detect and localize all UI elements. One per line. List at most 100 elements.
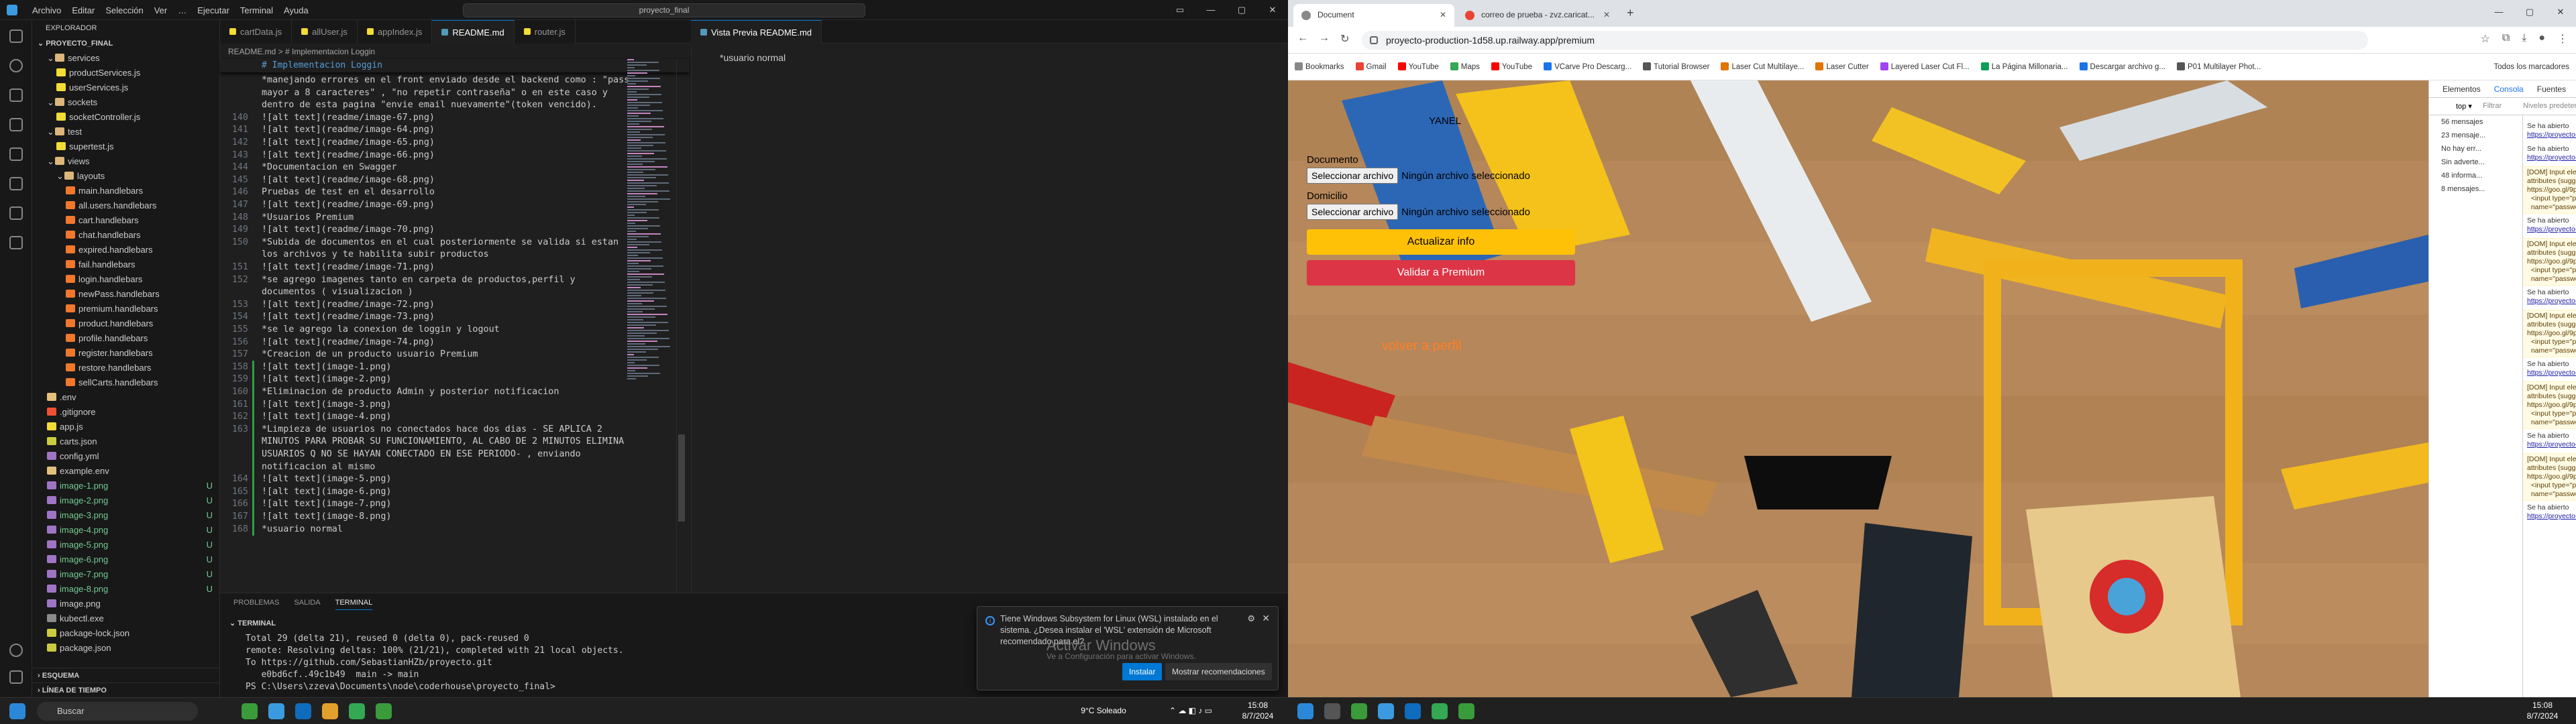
devtools-tab[interactable]: Consola [2494, 84, 2524, 94]
tree-item[interactable]: app.js [32, 420, 219, 434]
extensions-icon[interactable] [9, 147, 23, 161]
tree-item[interactable]: .gitignore [32, 405, 219, 420]
bookmark-item[interactable]: P01 Multilayer Phot... [2177, 62, 2261, 71]
menu-item[interactable]: Ayuda [278, 5, 314, 15]
console-message-link[interactable]: https://proyecto-production-1d58.up.rail… [2527, 297, 2576, 306]
tree-item[interactable]: image-3.png U [32, 508, 219, 523]
browser-tab-document[interactable]: Document ✕ [1293, 4, 1454, 27]
new-tab-icon[interactable]: + [1627, 6, 1634, 20]
notification-gear-icon[interactable]: ⚙ [1247, 613, 1255, 624]
console-sidebar-item[interactable]: 23 mensaje... [2429, 129, 2522, 142]
search-icon[interactable] [9, 59, 23, 72]
console-message-link[interactable]: https://proyecto-production-1d58.up.rail… [2527, 512, 2576, 521]
command-center[interactable]: proyecto_final [463, 3, 865, 17]
weather-widget[interactable]: 9°C Soleado [1073, 706, 1134, 716]
bookmark-item[interactable]: Layered Laser Cut Fl... [1880, 62, 1970, 71]
app-icon-2[interactable] [376, 703, 392, 719]
back-icon[interactable]: ← [1297, 32, 1308, 44]
clock-date[interactable]: 8/7/2024 [1234, 711, 1281, 721]
console-sidebar-item[interactable]: 56 mensajes [2429, 115, 2522, 129]
testing-icon[interactable] [9, 206, 23, 220]
close-button[interactable]: ✕ [1257, 0, 1288, 20]
bookmark-item[interactable]: Gmail [1355, 62, 1387, 71]
tree-item[interactable]: main.handlebars [32, 184, 219, 198]
tray-icons[interactable]: ⌃ ☁ ◧ ♪ ▭ [1154, 706, 1228, 716]
code-editor[interactable]: *manejando errores en el front enviado d… [220, 59, 690, 593]
tree-item[interactable]: productServices.js [32, 66, 219, 80]
tree-item[interactable]: all.users.handlebars [32, 198, 219, 213]
browser-tab-gmail[interactable]: correo de prueba - zvz.caricat... ✕ [1457, 4, 1618, 27]
editor-tab[interactable]: cartData.js [220, 20, 292, 44]
notification-close-icon[interactable]: ✕ [1262, 613, 1270, 624]
show-recommendations-button[interactable]: Mostrar recomendaciones [1165, 663, 1272, 680]
extensions-icon[interactable]: ⧉ [2502, 32, 2510, 46]
panel-tab[interactable]: PROBLEMAS [233, 599, 279, 610]
menu-item[interactable]: Terminal [235, 5, 278, 15]
search-icon[interactable] [1324, 703, 1340, 719]
start-icon-2[interactable] [1297, 703, 1313, 719]
docker-icon[interactable] [9, 236, 23, 249]
tree-item[interactable]: carts.json [32, 434, 219, 449]
address-bar[interactable]: proyecto-production-1d58.up.railway.app/… [1362, 31, 2368, 50]
tree-item[interactable]: newPass.handlebars [32, 287, 219, 302]
remote-explorer-icon[interactable] [9, 177, 23, 190]
devtools-tab[interactable]: Fuentes [2537, 84, 2566, 94]
console-sidebar-item[interactable]: No hay err... [2429, 142, 2522, 156]
tree-item[interactable]: sellCarts.handlebars [32, 375, 219, 390]
taskbar-search[interactable]: Buscar [37, 702, 198, 721]
panel-tab[interactable]: SALIDA [294, 599, 320, 610]
console-message-link[interactable]: https://proyecto-production-1d58.up.rail… [2527, 369, 2576, 377]
app-icon-3[interactable] [1351, 703, 1367, 719]
bookmark-star-icon[interactable]: ☆ [2480, 32, 2489, 46]
tree-item[interactable]: login.handlebars [32, 272, 219, 287]
timeline-section[interactable]: › LÍNEA DE TIEMPO [32, 682, 219, 697]
update-info-button[interactable]: Actualizar info [1307, 229, 1575, 255]
tree-item[interactable]: config.yml [32, 449, 219, 464]
tree-item[interactable]: image-5.png U [32, 538, 219, 552]
bookmark-item[interactable]: Bookmarks [1295, 62, 1344, 71]
tree-item[interactable]: image-1.png U [32, 479, 219, 493]
bookmark-item[interactable]: Maps [1450, 62, 1480, 71]
site-info-icon[interactable] [1370, 36, 1378, 44]
tree-item[interactable]: ⌄ layouts [32, 169, 219, 184]
filter-input[interactable]: Filtrar [2483, 102, 2502, 110]
bookmark-item[interactable]: YouTube [1397, 62, 1439, 71]
validate-premium-button[interactable]: Validar a Premium [1307, 260, 1575, 286]
maximize-button[interactable]: ▢ [2514, 0, 2545, 24]
bookmark-item[interactable]: Laser Cutter [1815, 62, 1869, 71]
folder-icon[interactable] [322, 703, 338, 719]
account-icon[interactable] [9, 644, 23, 657]
back-to-profile-link[interactable]: volver a perfil [1382, 339, 1462, 354]
forward-icon[interactable]: → [1319, 32, 1330, 44]
tree-item[interactable]: register.handlebars [32, 346, 219, 361]
console-sidebar-item[interactable]: Sin adverte... [2429, 156, 2522, 169]
preview-tab[interactable]: Vista Previa README.md [691, 20, 822, 44]
console-message-link[interactable]: https://proyecto-production-1d58.up.rail… [2527, 440, 2576, 449]
tree-item[interactable]: socketController.js [32, 110, 219, 125]
tree-item[interactable]: example.env [32, 464, 219, 479]
tab-close-icon[interactable]: ✕ [1440, 4, 1446, 25]
vscode-taskbar-icon[interactable] [268, 703, 284, 719]
menu-item[interactable]: Ver [149, 5, 173, 15]
tree-item[interactable]: profile.handlebars [32, 331, 219, 346]
documento-file-input[interactable]: Seleccionar archivo Ningún archivo selec… [1307, 168, 1530, 184]
outlook-icon-2[interactable] [1405, 703, 1421, 719]
minimize-button[interactable]: — [1195, 0, 1226, 20]
console-sidebar-item[interactable]: 8 mensajes... [2429, 182, 2522, 196]
chrome-taskbar-icon-2[interactable] [1432, 703, 1448, 719]
console-message-link[interactable]: https://proyecto-production-1d58.up.rail… [2527, 154, 2576, 162]
minimize-button[interactable]: — [2483, 0, 2514, 24]
tree-item[interactable]: kubectl.exe [32, 611, 219, 626]
devtools-tab[interactable]: Elementos [2443, 84, 2481, 94]
menu-icon[interactable]: ⋮ [2557, 32, 2568, 46]
terminal-header[interactable]: ⌄ TERMINAL [229, 619, 276, 627]
minimap[interactable] [627, 59, 674, 593]
tree-item[interactable]: userServices.js [32, 80, 219, 95]
tree-item[interactable]: expired.handlebars [32, 243, 219, 257]
console-message-link[interactable]: https://proyecto-production-1d58.up.rail… [2527, 131, 2576, 139]
menu-item[interactable]: Editar [66, 5, 100, 15]
editor-tab[interactable]: README.md [432, 20, 515, 44]
tree-item[interactable]: ⌄ services [32, 51, 219, 66]
editor-tab[interactable]: allUser.js [292, 20, 358, 44]
chrome-taskbar-icon[interactable] [349, 703, 365, 719]
